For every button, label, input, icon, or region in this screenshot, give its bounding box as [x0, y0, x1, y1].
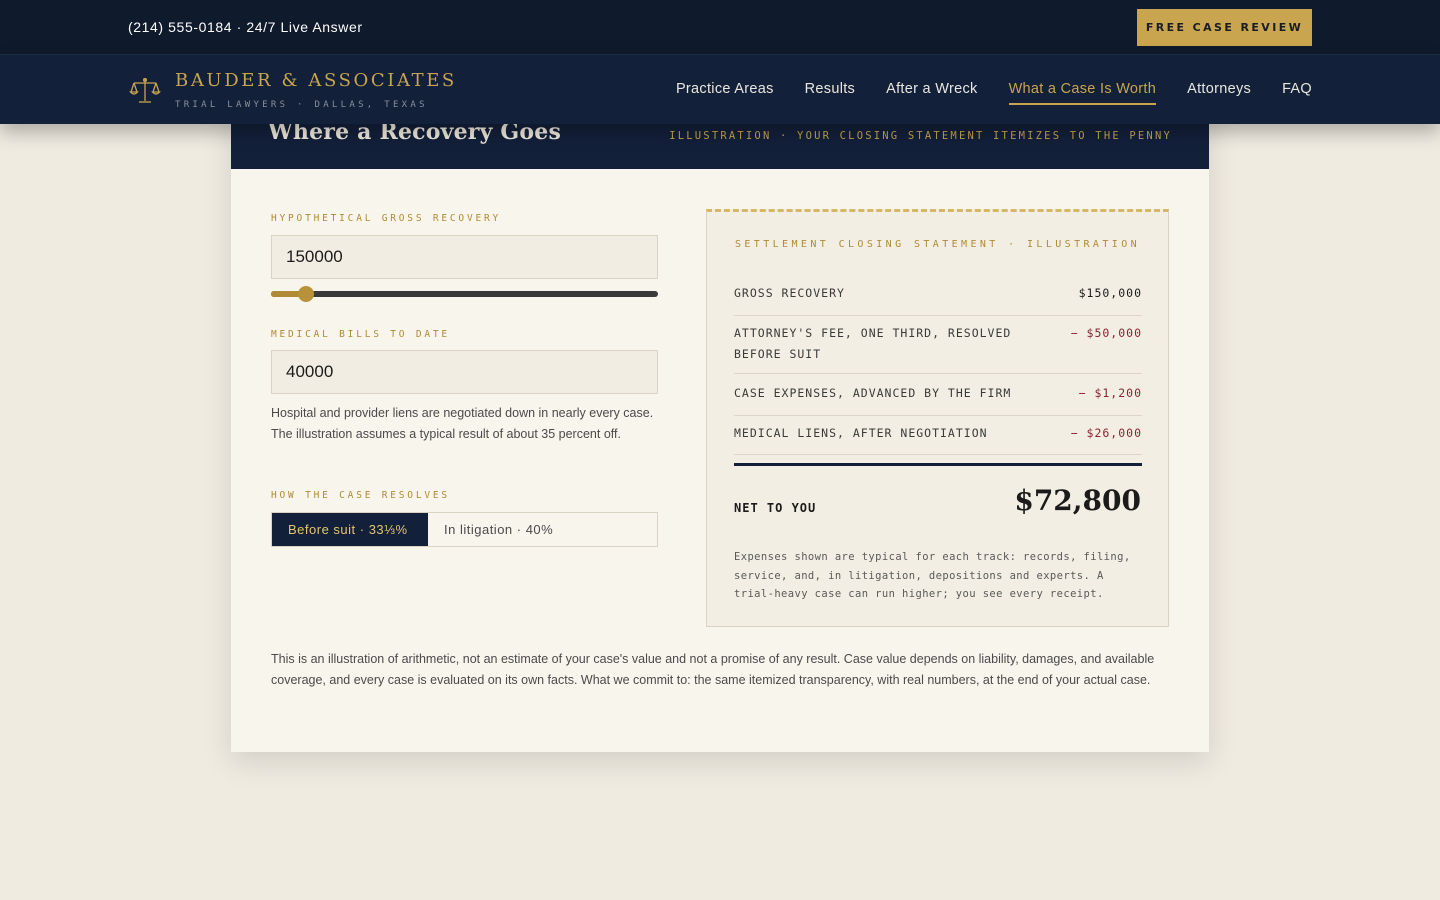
gross-recovery-input[interactable] — [271, 235, 658, 279]
statement-total-rule — [734, 463, 1142, 466]
brand-logo[interactable]: BAUDER & ASSOCIATES TRIAL LAWYERS · DALL… — [129, 70, 457, 110]
gross-recovery-slider[interactable] — [271, 286, 658, 302]
statement-row: GROSS RECOVERY $150,000 — [734, 283, 1142, 316]
brand-tagline: TRIAL LAWYERS · DALLAS, TEXAS — [175, 99, 428, 110]
nav-item-after-a-wreck[interactable]: After a Wreck — [886, 75, 977, 105]
gross-recovery-label: HYPOTHETICAL GROSS RECOVERY — [271, 213, 502, 224]
phone-number[interactable]: (214) 555-0184 · 24/7 Live Answer — [128, 19, 363, 35]
resolution-toggle: Before suit · 33⅓% In litigation · 40% — [271, 512, 658, 547]
medical-bills-help: Hospital and provider liens are negotiat… — [271, 406, 654, 441]
nav-links: Practice Areas Results After a Wreck Wha… — [645, 75, 1312, 105]
statement-row-amount: $150,000 — [1078, 286, 1142, 300]
resolution-label: HOW THE CASE RESOLVES — [271, 490, 450, 501]
option-in-litigation[interactable]: In litigation · 40% — [428, 513, 657, 546]
slider-thumb[interactable] — [297, 286, 314, 302]
medical-bills-input[interactable] — [271, 350, 658, 394]
main-nav: BAUDER & ASSOCIATES TRIAL LAWYERS · DALL… — [0, 54, 1440, 124]
statement-row-label: ATTORNEY'S FEE, ONE THIRD, RESOLVED BEFO… — [734, 326, 1012, 361]
net-to-you-amount: $72,800 — [1014, 484, 1141, 517]
net-to-you-label: NET TO YOU — [734, 501, 817, 515]
statement-row: CASE EXPENSES, ADVANCED BY THE FIRM − $1… — [734, 383, 1142, 416]
statement-row-amount: − $1,200 — [1078, 386, 1142, 400]
statement-heading: SETTLEMENT CLOSING STATEMENT · ILLUSTRAT… — [734, 239, 1141, 250]
disclaimer-text: This is an illustration of arithmetic, n… — [271, 652, 1155, 687]
scales-of-justice-icon — [129, 74, 161, 106]
free-case-review-button[interactable]: FREE CASE REVIEW — [1137, 8, 1312, 46]
utility-bar: (214) 555-0184 · 24/7 Live Answer FREE C… — [0, 0, 1440, 54]
closing-statement-panel: SETTLEMENT CLOSING STATEMENT · ILLUSTRAT… — [706, 209, 1169, 627]
brand-name: BAUDER & ASSOCIATES — [175, 69, 457, 91]
statement-note: Expenses shown are typical for each trac… — [734, 551, 1131, 600]
statement-row-label: MEDICAL LIENS, AFTER NEGOTIATION — [734, 426, 988, 440]
statement-row-label: CASE EXPENSES, ADVANCED BY THE FIRM — [734, 386, 1012, 400]
nav-item-practice-areas[interactable]: Practice Areas — [676, 75, 774, 105]
statement-row: MEDICAL LIENS, AFTER NEGOTIATION − $26,0… — [734, 423, 1142, 455]
statement-row-label: GROSS RECOVERY — [734, 286, 845, 300]
nav-item-results[interactable]: Results — [805, 75, 855, 105]
statement-row: ATTORNEY'S FEE, ONE THIRD, RESOLVED BEFO… — [734, 323, 1142, 374]
statement-row-amount: − $26,000 — [1070, 426, 1142, 440]
nav-item-what-a-case-is-worth[interactable]: What a Case Is Worth — [1008, 75, 1157, 105]
nav-item-faq[interactable]: FAQ — [1282, 75, 1312, 105]
statement-row-amount: − $50,000 — [1070, 326, 1142, 340]
medical-bills-label: MEDICAL BILLS TO DATE — [271, 329, 450, 340]
card-subtitle: ILLUSTRATION · YOUR CLOSING STATEMENT IT… — [669, 130, 1172, 142]
nav-item-attorneys[interactable]: Attorneys — [1187, 75, 1251, 105]
recovery-calculator-card: Where a Recovery Goes ILLUSTRATION · YOU… — [231, 90, 1209, 752]
option-before-suit[interactable]: Before suit · 33⅓% — [272, 513, 428, 546]
